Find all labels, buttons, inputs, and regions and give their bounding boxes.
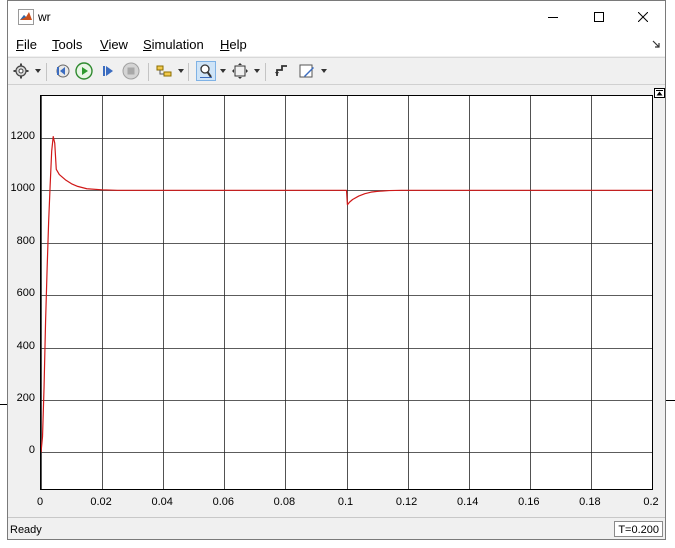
menu-help-label: elp	[229, 37, 247, 52]
gear-icon	[13, 63, 29, 79]
step-forward-button[interactable]	[98, 61, 118, 81]
x-tick-label: 0.18	[579, 496, 601, 508]
run-button[interactable]	[74, 61, 94, 81]
undock-button[interactable]	[654, 88, 665, 98]
plot-area: 0 200 400 600 800 1000 1200 0 0.02 0.04 0.06 0.08 0.…	[8, 85, 665, 517]
stop-icon	[122, 62, 140, 80]
toolbar-separator	[265, 63, 266, 81]
step-back-icon	[56, 64, 70, 78]
menu-view[interactable]: View	[100, 37, 128, 52]
dock-arrow-icon[interactable]	[652, 40, 660, 48]
menu-file-accel: F	[16, 37, 24, 52]
plot-axes[interactable]	[40, 95, 653, 490]
close-icon	[638, 11, 648, 22]
y-tick-label: 600	[16, 287, 35, 300]
y-tick-label: 800	[16, 234, 35, 247]
matlab-logo-icon	[18, 9, 34, 25]
maximize-button[interactable]	[576, 1, 622, 32]
stop-button[interactable]	[121, 61, 141, 81]
y-tick-label: 1000	[10, 182, 35, 195]
status-bar: Ready T=0.200	[8, 517, 665, 539]
close-button[interactable]	[620, 1, 666, 32]
zoom-dropdown[interactable]	[220, 69, 226, 73]
background-canvas	[666, 0, 675, 548]
y-tick-label: 400	[16, 339, 35, 352]
toolbar-separator	[188, 63, 189, 81]
menu-tools[interactable]: Tools	[52, 37, 82, 52]
title-bar: wr	[8, 1, 665, 32]
triggers-button[interactable]	[272, 61, 292, 81]
fit-dropdown[interactable]	[254, 69, 260, 73]
menu-help-accel: H	[220, 37, 230, 52]
style-dropdown[interactable]	[321, 69, 327, 73]
x-tick-label: 0	[36, 496, 44, 508]
menu-view-label: iew	[108, 37, 128, 52]
menu-file[interactable]: File	[16, 37, 37, 52]
menu-help[interactable]: Help	[220, 37, 247, 52]
undock-icon	[656, 90, 663, 96]
y-tick-label: 0	[28, 444, 35, 457]
window-title: wr	[38, 10, 51, 24]
fit-icon	[232, 63, 248, 79]
y-tick-label: 1200	[10, 129, 35, 142]
layout-dropdown[interactable]	[178, 69, 184, 73]
layout-button[interactable]	[154, 61, 174, 81]
x-tick-label: 0.06	[212, 496, 235, 508]
configuration-button[interactable]	[11, 61, 31, 81]
menu-simulation-label: imulation	[151, 37, 204, 52]
background-canvas-line	[0, 404, 7, 405]
simulation-time: T=0.200	[614, 521, 663, 537]
style-button[interactable]	[297, 61, 317, 81]
menu-bar: File Tools View Simulation Help	[8, 32, 665, 56]
series-line	[41, 136, 652, 453]
step-forward-icon	[103, 66, 113, 76]
x-tick-label: 0.1	[337, 496, 354, 508]
zoom-icon	[200, 64, 212, 78]
menu-simulation[interactable]: Simulation	[143, 37, 204, 52]
triggers-icon	[275, 65, 287, 76]
x-tick-label: 0.02	[90, 496, 112, 508]
background-canvas-line	[666, 400, 675, 401]
scope-window: wr File Tools View Simulation Help 0 200…	[7, 0, 666, 540]
x-tick-label: 0.2	[643, 496, 659, 508]
layout-icon	[156, 65, 172, 77]
minimize-icon	[548, 16, 558, 18]
style-icon	[299, 64, 314, 78]
x-tick-label: 0.04	[151, 496, 173, 508]
fit-to-view-button[interactable]	[230, 61, 250, 81]
plot-canvas	[41, 96, 652, 489]
menu-file-label: ile	[23, 37, 37, 52]
x-tick-label: 0.14	[456, 496, 479, 508]
toolbar-separator	[148, 63, 149, 81]
maximize-icon	[594, 11, 604, 22]
x-tick-label: 0.12	[395, 496, 418, 508]
configuration-dropdown[interactable]	[35, 69, 41, 73]
step-back-button[interactable]	[52, 61, 72, 81]
x-tick-label: 0.16	[518, 496, 540, 508]
status-text: Ready	[10, 524, 42, 536]
toolbar	[8, 57, 665, 85]
zoom-button[interactable]	[196, 61, 216, 81]
y-tick-label: 200	[16, 391, 35, 404]
minimize-button[interactable]	[530, 1, 576, 32]
x-tick-label: 0.08	[273, 496, 296, 508]
run-icon	[75, 62, 93, 80]
menu-simulation-accel: S	[143, 37, 152, 52]
menu-tools-label: ools	[58, 37, 83, 52]
toolbar-separator	[46, 63, 47, 81]
